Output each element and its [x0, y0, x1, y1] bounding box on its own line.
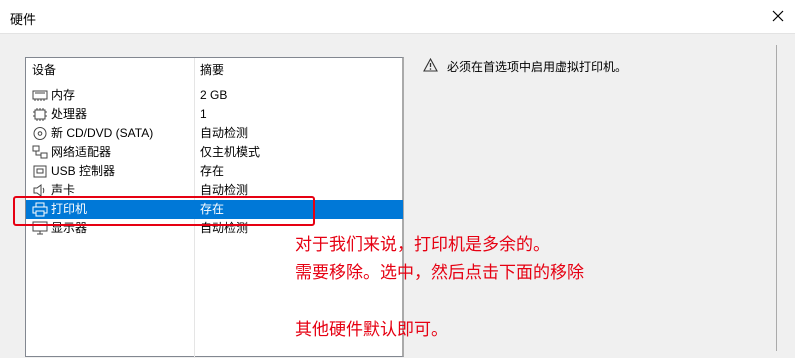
column-header-device[interactable]: 设备 [26, 58, 194, 82]
device-row-cd-dvd[interactable]: 新 CD/DVD (SATA) 自动检测 [26, 124, 403, 143]
device-summary: 自动检测 [200, 126, 249, 140]
title-bar: 硬件 [0, 0, 795, 34]
details-panel-border [776, 45, 777, 351]
device-summary: 2 GB [200, 88, 228, 102]
window-title: 硬件 [10, 12, 37, 27]
device-row-memory[interactable]: 内存 2 GB [26, 86, 403, 105]
device-name: 内存 [51, 88, 76, 102]
annotation-line-3: 其他硬件默认即可。 [295, 320, 448, 340]
processor-icon [33, 108, 47, 121]
device-row-network-adapter[interactable]: 网络适配器 仅主机模式 [26, 143, 403, 162]
annotation-line-1: 对于我们来说，打印机是多余的。 [295, 235, 550, 255]
hardware-dialog: 硬件 设备 摘要 内存 2 GB 处理器 1 新 CD/DVD (SATA) 自… [0, 0, 795, 358]
close-icon [772, 10, 784, 22]
printer-highlight-box [13, 196, 315, 226]
annotation-line-2: 需要移除。选中，然后点击下面的移除 [295, 263, 584, 283]
warning-icon [423, 58, 438, 72]
device-summary: 存在 [200, 164, 225, 178]
device-row-usb-controller[interactable]: USB 控制器 存在 [26, 162, 403, 181]
device-name: 新 CD/DVD (SATA) [51, 126, 154, 140]
device-name: 处理器 [51, 107, 88, 121]
close-button[interactable] [767, 5, 789, 27]
device-name: USB 控制器 [51, 164, 116, 178]
usb-controller-icon [33, 165, 47, 178]
device-row-processor[interactable]: 处理器 1 [26, 105, 403, 124]
device-summary: 仅主机模式 [200, 145, 261, 159]
memory-icon [32, 90, 48, 101]
cd-dvd-icon [33, 127, 47, 140]
device-summary: 1 [200, 107, 207, 121]
network-adapter-icon [32, 145, 48, 159]
column-header-summary[interactable]: 摘要 [194, 58, 403, 82]
warning-text: 必须在首选项中启用虚拟打印机。 [447, 60, 628, 74]
device-name: 网络适配器 [51, 145, 112, 159]
